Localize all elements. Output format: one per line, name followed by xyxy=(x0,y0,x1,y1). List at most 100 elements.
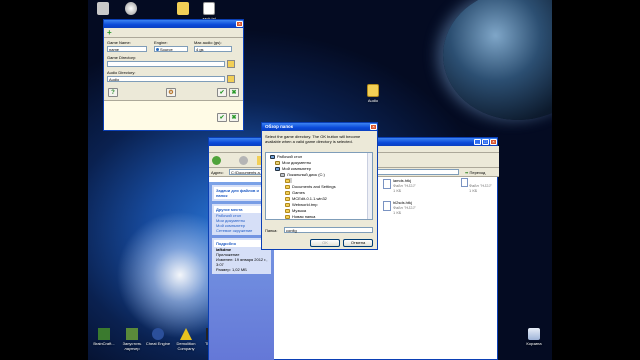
tree-item[interactable]: Documents and Settings xyxy=(285,184,336,189)
recycle-bin[interactable]: Корзина xyxy=(518,328,550,346)
browse-folder-dialog: Обзор папок × Select the game directory.… xyxy=(261,122,378,250)
folder-icon xyxy=(177,2,189,15)
check-icon: ✔ xyxy=(219,115,225,121)
back-icon[interactable] xyxy=(212,156,221,165)
file-size: 1 КБ xyxy=(393,210,402,215)
close-button[interactable]: × xyxy=(236,21,243,27)
pc-icon xyxy=(270,154,275,159)
app-toolbar: + xyxy=(104,28,243,38)
folder-icon xyxy=(285,208,290,213)
desktop-icon[interactable] xyxy=(116,2,146,16)
tree-scrollbar[interactable] xyxy=(367,153,372,219)
tree-item[interactable]: Музыка xyxy=(285,208,306,213)
folder-icon xyxy=(367,84,379,97)
game-config-window: × + Game Name: name Engine: Source Max a… xyxy=(103,19,244,131)
recycle-bin-icon xyxy=(528,328,540,340)
audio-directory-input[interactable]: Audio xyxy=(107,76,225,82)
game-directory-label: Game Directory: xyxy=(107,55,137,60)
game-directory-input[interactable] xyxy=(107,61,225,67)
tree-item-label: Documents and Settings xyxy=(292,184,336,189)
source-engine-icon xyxy=(156,48,159,51)
tree-item-label: Локальный диск (C:) xyxy=(287,172,325,177)
browse-folder-icon[interactable] xyxy=(227,60,235,68)
ok-button-2[interactable]: ✔ xyxy=(217,113,227,122)
tree-item[interactable]: Новая папка xyxy=(285,214,315,219)
folder-label: Папка: xyxy=(265,228,278,233)
folder-icon xyxy=(285,178,290,183)
game-name-input[interactable]: name xyxy=(107,46,147,52)
ok-button[interactable]: ✔ xyxy=(217,88,227,97)
file-icon xyxy=(97,2,109,15)
cross-icon: ✖ xyxy=(231,90,237,96)
cancel-button[interactable]: ✖ xyxy=(229,88,239,97)
tree-item[interactable]: Games xyxy=(285,190,305,195)
tree-item[interactable]: Мой компьютер xyxy=(275,166,311,171)
tree-item[interactable]: MCEdit-0.1.1.win32 xyxy=(285,196,327,201)
tree-item[interactable]: Webworld.tmp xyxy=(285,202,318,207)
close-button[interactable]: × xyxy=(490,139,497,145)
demolition-icon xyxy=(180,328,192,340)
engine-select[interactable]: Source xyxy=(154,46,188,52)
tree-item-label: Мой компьютер xyxy=(282,166,312,171)
folder-icon xyxy=(285,214,290,219)
folder-tree[interactable]: Рабочий стол Мои документы Мой компьютер Ло… xyxy=(265,152,373,220)
gear-icon: ⚙ xyxy=(168,90,174,96)
close-button[interactable]: × xyxy=(370,124,377,130)
folder-icon xyxy=(285,190,290,195)
launcher-icon xyxy=(126,328,138,340)
desktop-icon-audio[interactable]: Audio xyxy=(358,84,388,103)
browse-folder-icon[interactable] xyxy=(227,75,235,83)
forward-icon[interactable] xyxy=(239,156,248,165)
tree-item-label: Новая папка xyxy=(292,214,316,219)
docs-icon xyxy=(275,160,280,165)
cheat-engine-icon xyxy=(152,328,164,340)
file-tile[interactable]: lamds.htkj Файл "HJ2J" 1 КБ xyxy=(383,178,423,196)
tree-item-label: Музыка xyxy=(292,208,307,213)
folder-icon xyxy=(285,184,290,189)
maximize-button[interactable]: □ xyxy=(482,139,489,145)
file-icon xyxy=(461,178,468,187)
tree-item-label: Webworld.tmp xyxy=(292,202,318,207)
dialog-title: Обзор папок xyxy=(265,124,294,129)
question-icon: ? xyxy=(111,90,115,96)
game-config-titlebar: × xyxy=(104,20,243,28)
file-tile[interactable]: hl2sds.htkj Файл "HJ2J" 1 КБ xyxy=(383,200,423,218)
tree-item[interactable]: Мои документы xyxy=(275,160,311,165)
pc-icon xyxy=(275,166,280,171)
minimize-button[interactable]: _ xyxy=(474,139,481,145)
file-icon xyxy=(383,201,391,211)
log-area: ✔ ✖ xyxy=(104,100,243,130)
folder-icon xyxy=(285,202,290,207)
tree-item-label: MCEdit-0.1.1.win32 xyxy=(292,196,327,201)
file-icon xyxy=(383,179,391,189)
drive-icon xyxy=(280,172,285,177)
folder-input[interactable]: config xyxy=(284,227,373,233)
planet-wallpaper xyxy=(443,0,552,120)
engine-label: Engine: xyxy=(154,40,168,45)
cancel-button-2[interactable]: ✖ xyxy=(229,113,239,122)
ok-button[interactable]: OK xyxy=(310,239,340,247)
help-button[interactable]: ? xyxy=(108,88,118,97)
desktop-icon[interactable] xyxy=(88,2,118,16)
braincraft-icon xyxy=(98,328,110,340)
max-audio-select[interactable]: 4 gs xyxy=(194,46,232,52)
app-icon xyxy=(125,2,137,15)
dialog-description: Select the game directory. The OK button… xyxy=(265,134,361,144)
tree-item[interactable]: Рабочий стол xyxy=(270,154,302,159)
tree-item[interactable] xyxy=(285,178,292,183)
tree-item[interactable]: Локальный диск (C:) xyxy=(280,172,325,177)
cancel-button[interactable]: Отмена xyxy=(343,239,373,247)
desktop: zack.txt Audio BrainCraft... Запустить л… xyxy=(88,0,552,360)
tree-item-label: Рабочий стол xyxy=(277,154,303,159)
add-icon[interactable]: + xyxy=(107,29,113,37)
file-size: 1 КБ xyxy=(393,188,402,193)
go-button[interactable]: ➡ Переход xyxy=(465,170,485,175)
audio-directory-label: Audio Directory: xyxy=(107,70,136,75)
dialog-titlebar: Обзор папок × xyxy=(262,123,377,131)
tree-item-label: Games xyxy=(292,190,305,195)
extract-button[interactable]: ⚙ xyxy=(166,88,176,97)
go-arrow-icon: ➡ xyxy=(465,170,469,175)
text-file-icon xyxy=(203,2,215,15)
tree-item-label: Мои документы xyxy=(282,160,312,165)
address-label: Адрес: xyxy=(211,170,224,175)
